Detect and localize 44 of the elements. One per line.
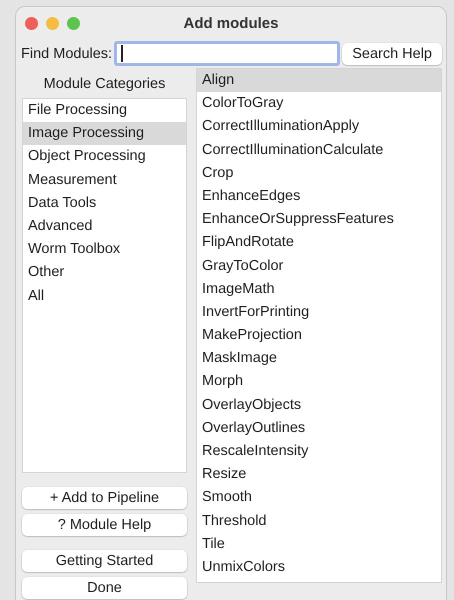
list-item[interactable]: Worm Toolbox: [23, 238, 186, 262]
list-item[interactable]: CorrectIlluminationCalculate: [197, 138, 441, 162]
list-item[interactable]: Threshold: [197, 510, 441, 533]
action-button[interactable]: Getting Started: [22, 550, 187, 572]
list-item[interactable]: Resize: [197, 463, 441, 486]
categories-heading: Module Categories: [42, 76, 166, 94]
list-item[interactable]: OverlayObjects: [197, 394, 441, 417]
list-item[interactable]: RescaleIntensity: [197, 440, 441, 464]
search-help-button[interactable]: Search Help: [342, 42, 442, 64]
maximize-icon[interactable]: [67, 17, 80, 30]
list-item[interactable]: Advanced: [23, 214, 186, 238]
list-item[interactable]: ImageMath: [197, 278, 441, 301]
list-item[interactable]: Image Processing: [23, 122, 186, 146]
action-button[interactable]: + Add to Pipeline: [22, 487, 187, 509]
list-item[interactable]: InvertForPrinting: [197, 300, 441, 324]
list-item[interactable]: EnhanceOrSuppressFeatures: [197, 208, 441, 232]
list-item[interactable]: All: [23, 284, 186, 308]
list-item[interactable]: UnmixColors: [197, 556, 441, 580]
list-item[interactable]: Object Processing: [23, 145, 186, 169]
list-item[interactable]: Smooth: [197, 486, 441, 510]
window-title: Add modules: [183, 14, 278, 32]
list-item[interactable]: CorrectIlluminationApply: [197, 115, 441, 139]
list-item[interactable]: MaskImage: [197, 347, 441, 370]
list-item[interactable]: Crop: [197, 162, 441, 185]
search-label: Find Modules:: [21, 46, 112, 62]
action-button[interactable]: ? Module Help: [22, 514, 187, 536]
list-item[interactable]: Other: [23, 261, 186, 284]
minimize-icon[interactable]: [46, 17, 59, 30]
search-field[interactable]: [114, 41, 340, 66]
list-item[interactable]: Tile: [197, 532, 441, 556]
list-item[interactable]: MakeProjection: [197, 324, 441, 348]
text-cursor: [121, 45, 123, 62]
list-item[interactable]: FlipAndRotate: [197, 231, 441, 254]
list-item[interactable]: File Processing: [23, 99, 186, 122]
list-item[interactable]: Data Tools: [23, 192, 186, 215]
list-item[interactable]: ColorToGray: [197, 92, 441, 116]
list-item[interactable]: Align: [197, 69, 441, 92]
list-item[interactable]: EnhanceEdges: [197, 184, 441, 208]
list-item[interactable]: GrayToColor: [197, 254, 441, 278]
close-icon[interactable]: [25, 17, 38, 30]
list-item[interactable]: Measurement: [23, 168, 186, 192]
list-item[interactable]: OverlayOutlines: [197, 416, 441, 440]
list-item[interactable]: Morph: [197, 370, 441, 394]
action-button[interactable]: Done: [22, 577, 187, 599]
